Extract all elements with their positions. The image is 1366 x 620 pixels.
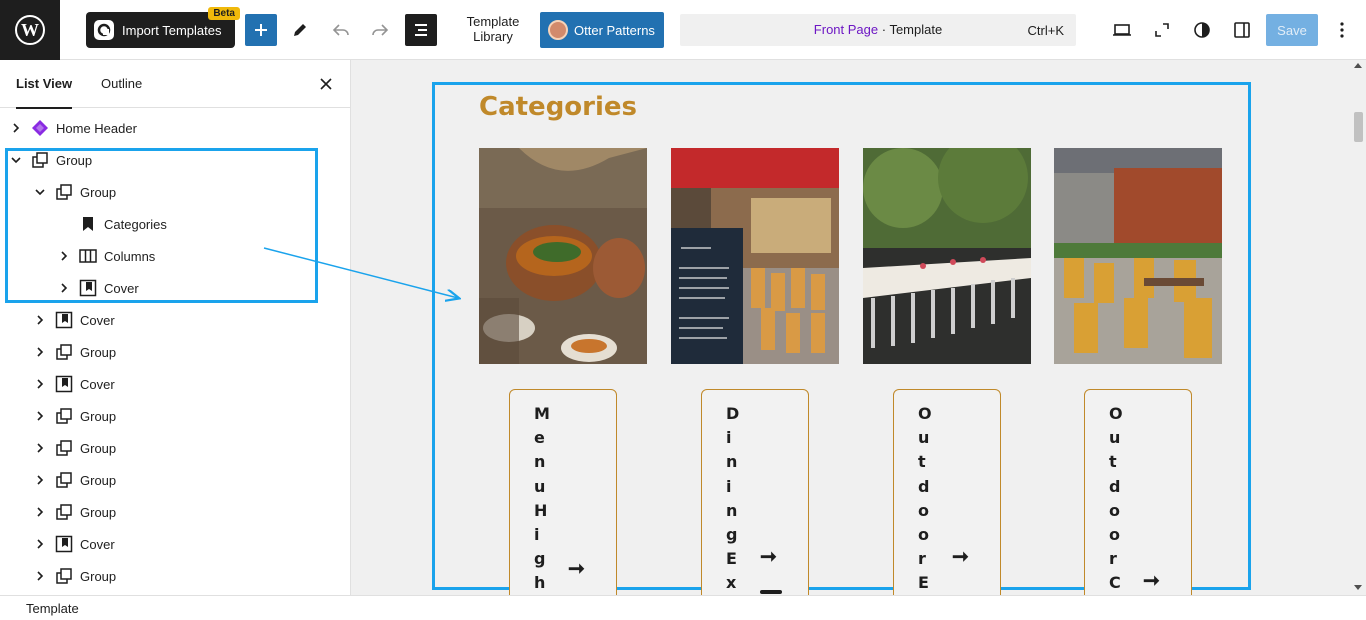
breadcrumb-template[interactable]: Template — [26, 601, 79, 616]
editor-footer-breadcrumb: Template — [0, 595, 1366, 620]
annotation-arrow — [263, 247, 1366, 620]
